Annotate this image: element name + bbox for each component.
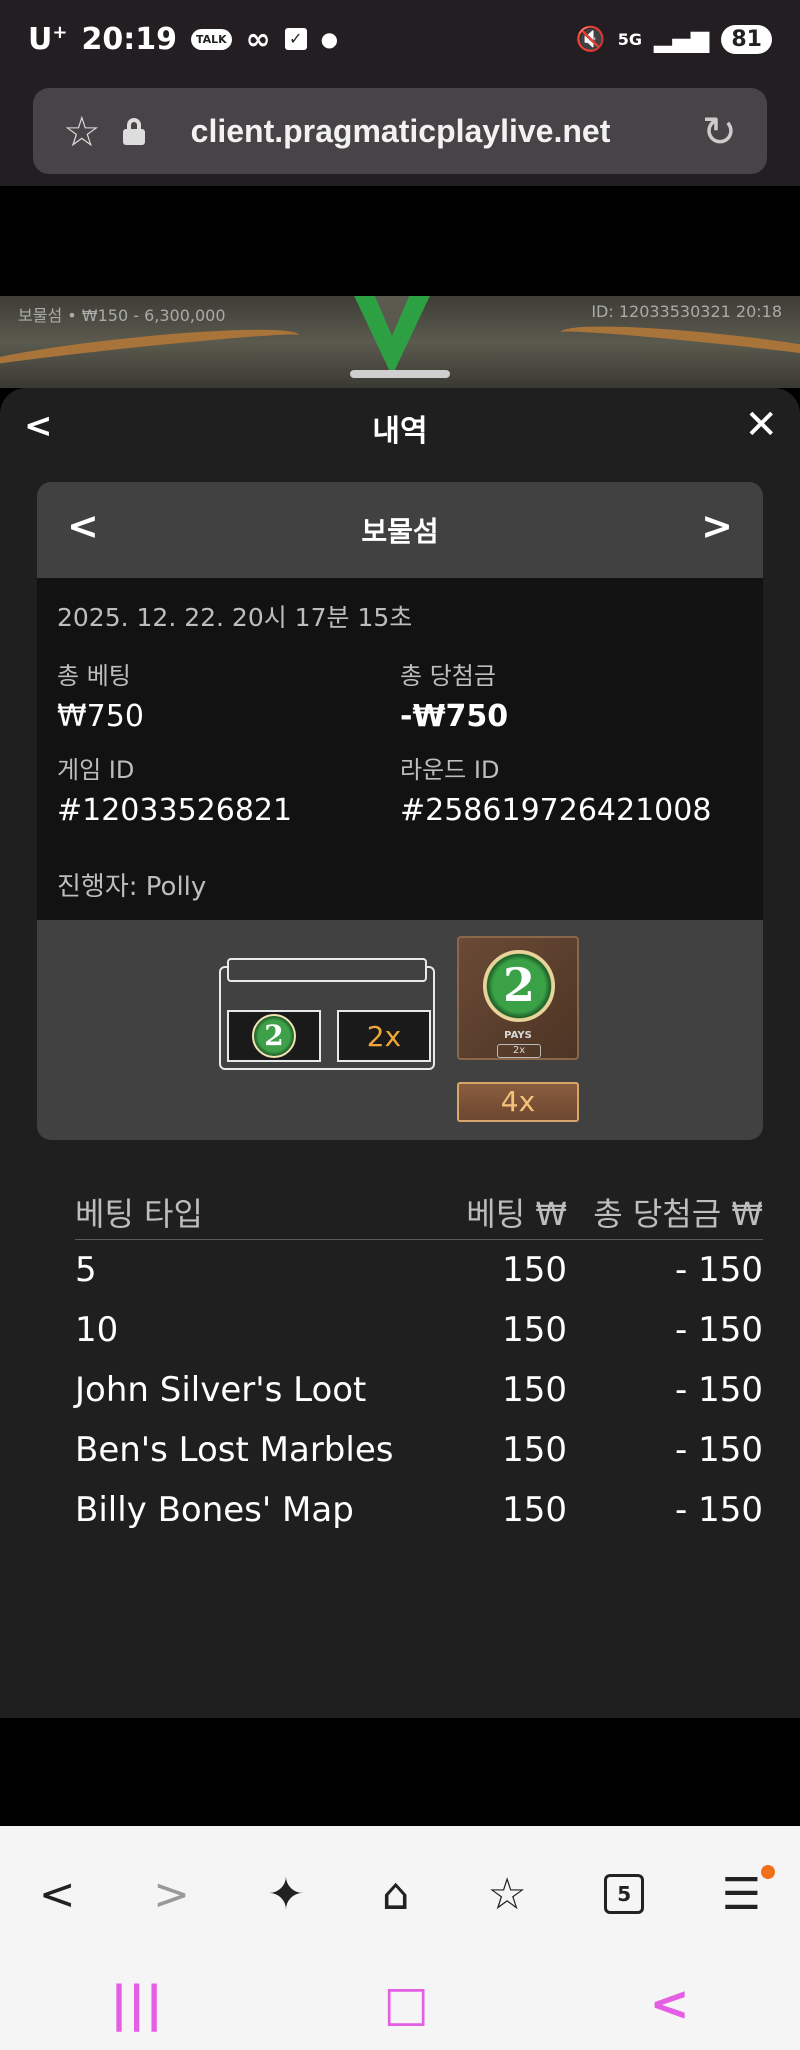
- home-square-icon[interactable]: □: [384, 1976, 429, 2032]
- notification-dot: [761, 1864, 776, 1879]
- dot-icon: ●: [320, 27, 339, 51]
- address-bar[interactable]: ☆ client.pragmaticplaylive.net ↻: [33, 88, 767, 174]
- reload-icon[interactable]: ↻: [702, 107, 737, 156]
- final-multiplier: 4x: [457, 1082, 579, 1122]
- sheet-title: 내역: [372, 414, 428, 449]
- bet-cell: 150: [502, 1370, 567, 1410]
- bookmark-star-icon[interactable]: ☆: [63, 107, 101, 156]
- previous-round-chevron-icon[interactable]: <: [67, 504, 99, 548]
- 5g-icon: 5G: [617, 29, 642, 49]
- bet-table: 베팅 타입 베팅 ₩ 총 당첨금 ₩ 5 150 - 150 10 150 - …: [75, 1184, 763, 1540]
- bookmarks-star-icon[interactable]: ☆: [487, 1869, 526, 1920]
- carrier-label: U+: [28, 21, 68, 57]
- browser-nav-row: < > ✦ ⌂ ☆ 5 ☰: [0, 1854, 800, 1934]
- total-bet: 총 베팅 ₩750: [57, 656, 144, 734]
- round-date: 2025. 12. 22. 20시 17분 15초: [57, 603, 413, 632]
- game-id-value: #12033526821: [57, 793, 293, 828]
- round-id-time: ID: 12033530321 20:18: [591, 302, 782, 321]
- battery-indicator: 81: [721, 24, 772, 54]
- round-card: < 보물섬 > 2025. 12. 22. 20시 17분 15초 총 베팅 ₩…: [37, 482, 763, 1140]
- signal-icon: ▂▄▆: [654, 25, 710, 53]
- bet-cell: 150: [502, 1310, 567, 1350]
- history-sheet: < 내역 ✕ < 보물섬 > 2025. 12. 22. 20시 17분 15초…: [0, 370, 800, 1718]
- bet-type-cell: Ben's Lost Marbles: [75, 1430, 394, 1470]
- game-title: 보물섬: [361, 515, 439, 548]
- chest-lid: [227, 958, 427, 982]
- result-slot-multiplier: 2x: [337, 1010, 431, 1062]
- header-bet-type: 베팅 타입: [75, 1194, 203, 1233]
- v-logo-inner: [362, 296, 422, 336]
- win-cell: - 150: [675, 1250, 763, 1290]
- table-row: Billy Bones' Map 150 - 150: [75, 1480, 763, 1540]
- total-win-value: -₩750: [400, 699, 509, 734]
- bet-type-cell: 10: [75, 1310, 119, 1350]
- bet-cell: 150: [502, 1430, 567, 1470]
- back-chevron-icon[interactable]: <: [39, 1869, 76, 1920]
- round-id: 라운드 ID #258619726421008: [400, 750, 711, 828]
- back-chevron-icon[interactable]: <: [24, 406, 53, 446]
- sparkle-icon[interactable]: ✦: [268, 1869, 305, 1920]
- result-slot-number: 2: [227, 1010, 321, 1062]
- lock-icon[interactable]: [122, 118, 145, 145]
- header-total-win: 총 당첨금 ₩: [593, 1194, 763, 1233]
- total-win-label: 총 당첨금: [400, 662, 496, 690]
- round-id-value: #258619726421008: [400, 793, 712, 828]
- total-bet-label: 총 베팅: [57, 662, 131, 690]
- game-id: 게임 ID #12033526821: [57, 750, 292, 828]
- next-round-chevron-icon[interactable]: >: [701, 504, 733, 548]
- rope-left: [0, 320, 301, 386]
- table-row: 10 150 - 150: [75, 1300, 763, 1360]
- clock: 20:19: [81, 21, 177, 57]
- win-cell: - 150: [675, 1430, 763, 1470]
- win-cell: - 150: [675, 1370, 763, 1410]
- bet-type-cell: Billy Bones' Map: [75, 1490, 354, 1530]
- total-win: 총 당첨금 -₩750: [400, 656, 508, 734]
- host-name: 진행자: Polly: [57, 872, 207, 902]
- browser-bottom-bar: < > ✦ ⌂ ☆ 5 ☰ ||| □ <: [0, 1826, 800, 2050]
- infinity-icon: ∞: [245, 21, 271, 57]
- rope-right: [559, 317, 800, 381]
- card-header: < 보물섬 >: [37, 482, 763, 578]
- system-nav-row: ||| □ <: [0, 1974, 800, 2034]
- sheet-header: < 내역 ✕: [0, 388, 800, 468]
- url-text[interactable]: client.pragmaticplaylive.net: [191, 113, 611, 150]
- bet-cell: 150: [502, 1250, 567, 1290]
- forward-chevron-icon[interactable]: >: [153, 1869, 190, 1920]
- header-bet: 베팅 ₩: [466, 1194, 567, 1233]
- table-row: 5 150 - 150: [75, 1240, 763, 1300]
- recent-apps-icon[interactable]: |||: [110, 1976, 163, 2032]
- mute-icon: 🔇: [575, 25, 606, 53]
- pays-label: PAYS: [504, 1030, 532, 1041]
- win-cell: - 150: [675, 1310, 763, 1350]
- kakaotalk-icon: TALK: [190, 28, 232, 50]
- table-row: John Silver's Loot 150 - 150: [75, 1360, 763, 1420]
- number-coin-icon: 2: [252, 1014, 296, 1058]
- drag-handle[interactable]: [350, 370, 450, 378]
- browser-toolbar: ☆ client.pragmaticplaylive.net ↻: [0, 78, 800, 186]
- check-icon: ✓: [284, 28, 307, 50]
- status-bar: U+ 20:19 TALK ∞ ✓ ● 🔇 5G ▂▄▆ 81: [0, 0, 800, 78]
- bet-type-cell: 5: [75, 1250, 97, 1290]
- round-details: 2025. 12. 22. 20시 17분 15초 총 베팅 ₩750 총 당첨…: [37, 578, 763, 920]
- tabs-button[interactable]: 5: [604, 1874, 645, 1914]
- menu-icon[interactable]: ☰: [722, 1864, 776, 1920]
- total-bet-value: ₩750: [57, 699, 144, 734]
- pays-multiplier: 2x: [497, 1044, 541, 1058]
- big-number-coin-icon: 2: [483, 950, 555, 1022]
- home-icon[interactable]: ⌂: [382, 1869, 410, 1920]
- game-limits: 보물섬 • ₩150 - 6,300,000: [18, 306, 226, 325]
- table-row: Ben's Lost Marbles 150 - 150: [75, 1420, 763, 1480]
- bet-table-header: 베팅 타입 베팅 ₩ 총 당첨금 ₩: [75, 1184, 763, 1240]
- result-tile: 2 PAYS 2x: [457, 936, 579, 1060]
- round-id-label: 라운드 ID: [400, 756, 500, 784]
- system-back-icon[interactable]: <: [649, 1976, 689, 2032]
- round-result: 2 2x 2 PAYS 2x 4x: [37, 920, 763, 1140]
- game-id-label: 게임 ID: [57, 756, 135, 784]
- bet-cell: 150: [502, 1490, 567, 1530]
- close-icon[interactable]: ✕: [744, 402, 778, 448]
- treasure-chest-icon: 2 2x: [219, 958, 435, 1070]
- win-cell: - 150: [675, 1490, 763, 1530]
- bet-type-cell: John Silver's Loot: [75, 1370, 367, 1410]
